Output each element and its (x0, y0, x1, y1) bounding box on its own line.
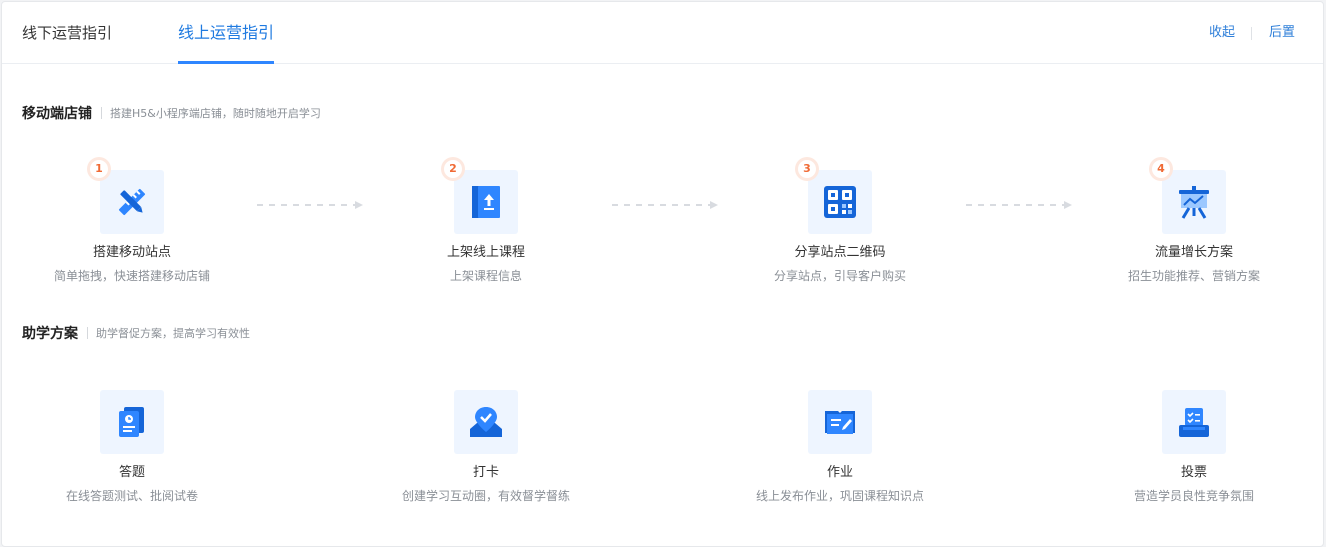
tab-offline-guide[interactable]: 线下运营指引 (22, 2, 112, 64)
step-title: 流量增长方案 (1154, 245, 1233, 260)
study-title: 打卡 (472, 465, 499, 480)
step-build-site[interactable]: 1 搭建移动站点 简单拖拽，快速搭建移动店铺 (2, 157, 262, 284)
study-subtitle: 创建学习互动圈，有效督学督练 (401, 489, 570, 503)
study-icon-box (1162, 390, 1226, 454)
step-subtitle: 招生功能推荐、营销方案 (1127, 269, 1260, 283)
tab-online-guide-label: 线上运营指引 (178, 23, 275, 42)
tab-online-guide[interactable]: 线上运营指引 (178, 2, 275, 64)
step-subtitle: 简单拖拽，快速搭建移动店铺 (53, 269, 210, 283)
study-icon-box (454, 390, 518, 454)
study-subtitle: 线上发布作业，巩固课程知识点 (755, 489, 924, 503)
qrcode-icon (824, 186, 856, 218)
study-icon-box (808, 390, 872, 454)
step-traffic-growth[interactable]: 4 流量增长方案 招生功能推荐、营销方案 (1064, 157, 1323, 284)
section-divider (101, 107, 102, 119)
step-title: 上架线上课程 (446, 245, 525, 260)
step-arrow (966, 201, 1072, 209)
step-title: 搭建移动站点 (92, 245, 171, 260)
action-divider (1250, 26, 1252, 40)
section-title: 移动端店铺 (22, 106, 92, 122)
step-number-badge: 2 (441, 157, 465, 181)
step-arrow (257, 201, 363, 209)
collapse-link[interactable]: 收起 (1209, 24, 1235, 42)
study-title: 答题 (118, 465, 145, 480)
step-subtitle: 分享站点，引导客户购买 (773, 269, 906, 283)
step-icon-box: 2 (441, 157, 518, 234)
active-tab-underline (178, 61, 275, 64)
homework-icon (825, 411, 855, 434)
study-item-checkin[interactable]: 打卡 创建学习互动圈，有效督学督练 (356, 390, 616, 504)
step-publish-course[interactable]: 2 上架线上课程 上架课程信息 (356, 157, 616, 284)
operation-guide-card: 线下运营指引 线上运营指引 收起 后置 移动端店铺 搭建H5&小程序端店铺，随时… (1, 1, 1324, 547)
step-icon-box: 4 (1149, 157, 1226, 234)
vote-icon (1179, 408, 1209, 437)
study-item-quiz[interactable]: 答题 在线答题测试、批阅试卷 (2, 390, 262, 504)
section-mobile-store: 移动端店铺 搭建H5&小程序端店铺，随时随地开启学习 (22, 103, 321, 123)
step-number-badge: 3 (795, 157, 819, 181)
study-title: 作业 (826, 465, 853, 480)
study-item-vote[interactable]: 投票 营造学员良性竞争氛围 (1064, 390, 1323, 504)
header-actions: 收起 后置 (1209, 24, 1295, 42)
upload-book-icon (472, 186, 500, 218)
step-number-badge: 4 (1149, 157, 1173, 181)
study-subtitle: 在线答题测试、批阅试卷 (65, 489, 198, 503)
step-icon-box: 3 (795, 157, 872, 234)
step-share-qrcode[interactable]: 3 分享站点二维码 分享站点，引导客户购买 (710, 157, 970, 284)
checkin-icon (470, 407, 502, 437)
study-subtitle: 营造学员良性竞争氛围 (1133, 489, 1254, 503)
guide-tabs: 线下运营指引 线上运营指引 收起 后置 (2, 2, 1323, 64)
move-back-link[interactable]: 后置 (1269, 24, 1295, 42)
section-study-plan: 助学方案 助学督促方案，提高学习有效性 (22, 323, 250, 343)
step-arrow (612, 201, 718, 209)
step-icon-box: 1 (87, 157, 164, 234)
step-number-badge: 1 (87, 157, 111, 181)
tools-icon (118, 188, 146, 216)
study-title: 投票 (1180, 465, 1207, 480)
growth-board-icon (1179, 186, 1209, 219)
quiz-icon (119, 407, 144, 437)
section-desc: 助学督促方案，提高学习有效性 (96, 327, 250, 340)
study-item-homework[interactable]: 作业 线上发布作业，巩固课程知识点 (710, 390, 970, 504)
study-icon-box (100, 390, 164, 454)
step-title: 分享站点二维码 (794, 245, 886, 260)
section-desc: 搭建H5&小程序端店铺，随时随地开启学习 (110, 107, 321, 120)
step-subtitle: 上架课程信息 (449, 269, 522, 283)
section-title: 助学方案 (22, 326, 78, 342)
section-divider (87, 327, 88, 339)
